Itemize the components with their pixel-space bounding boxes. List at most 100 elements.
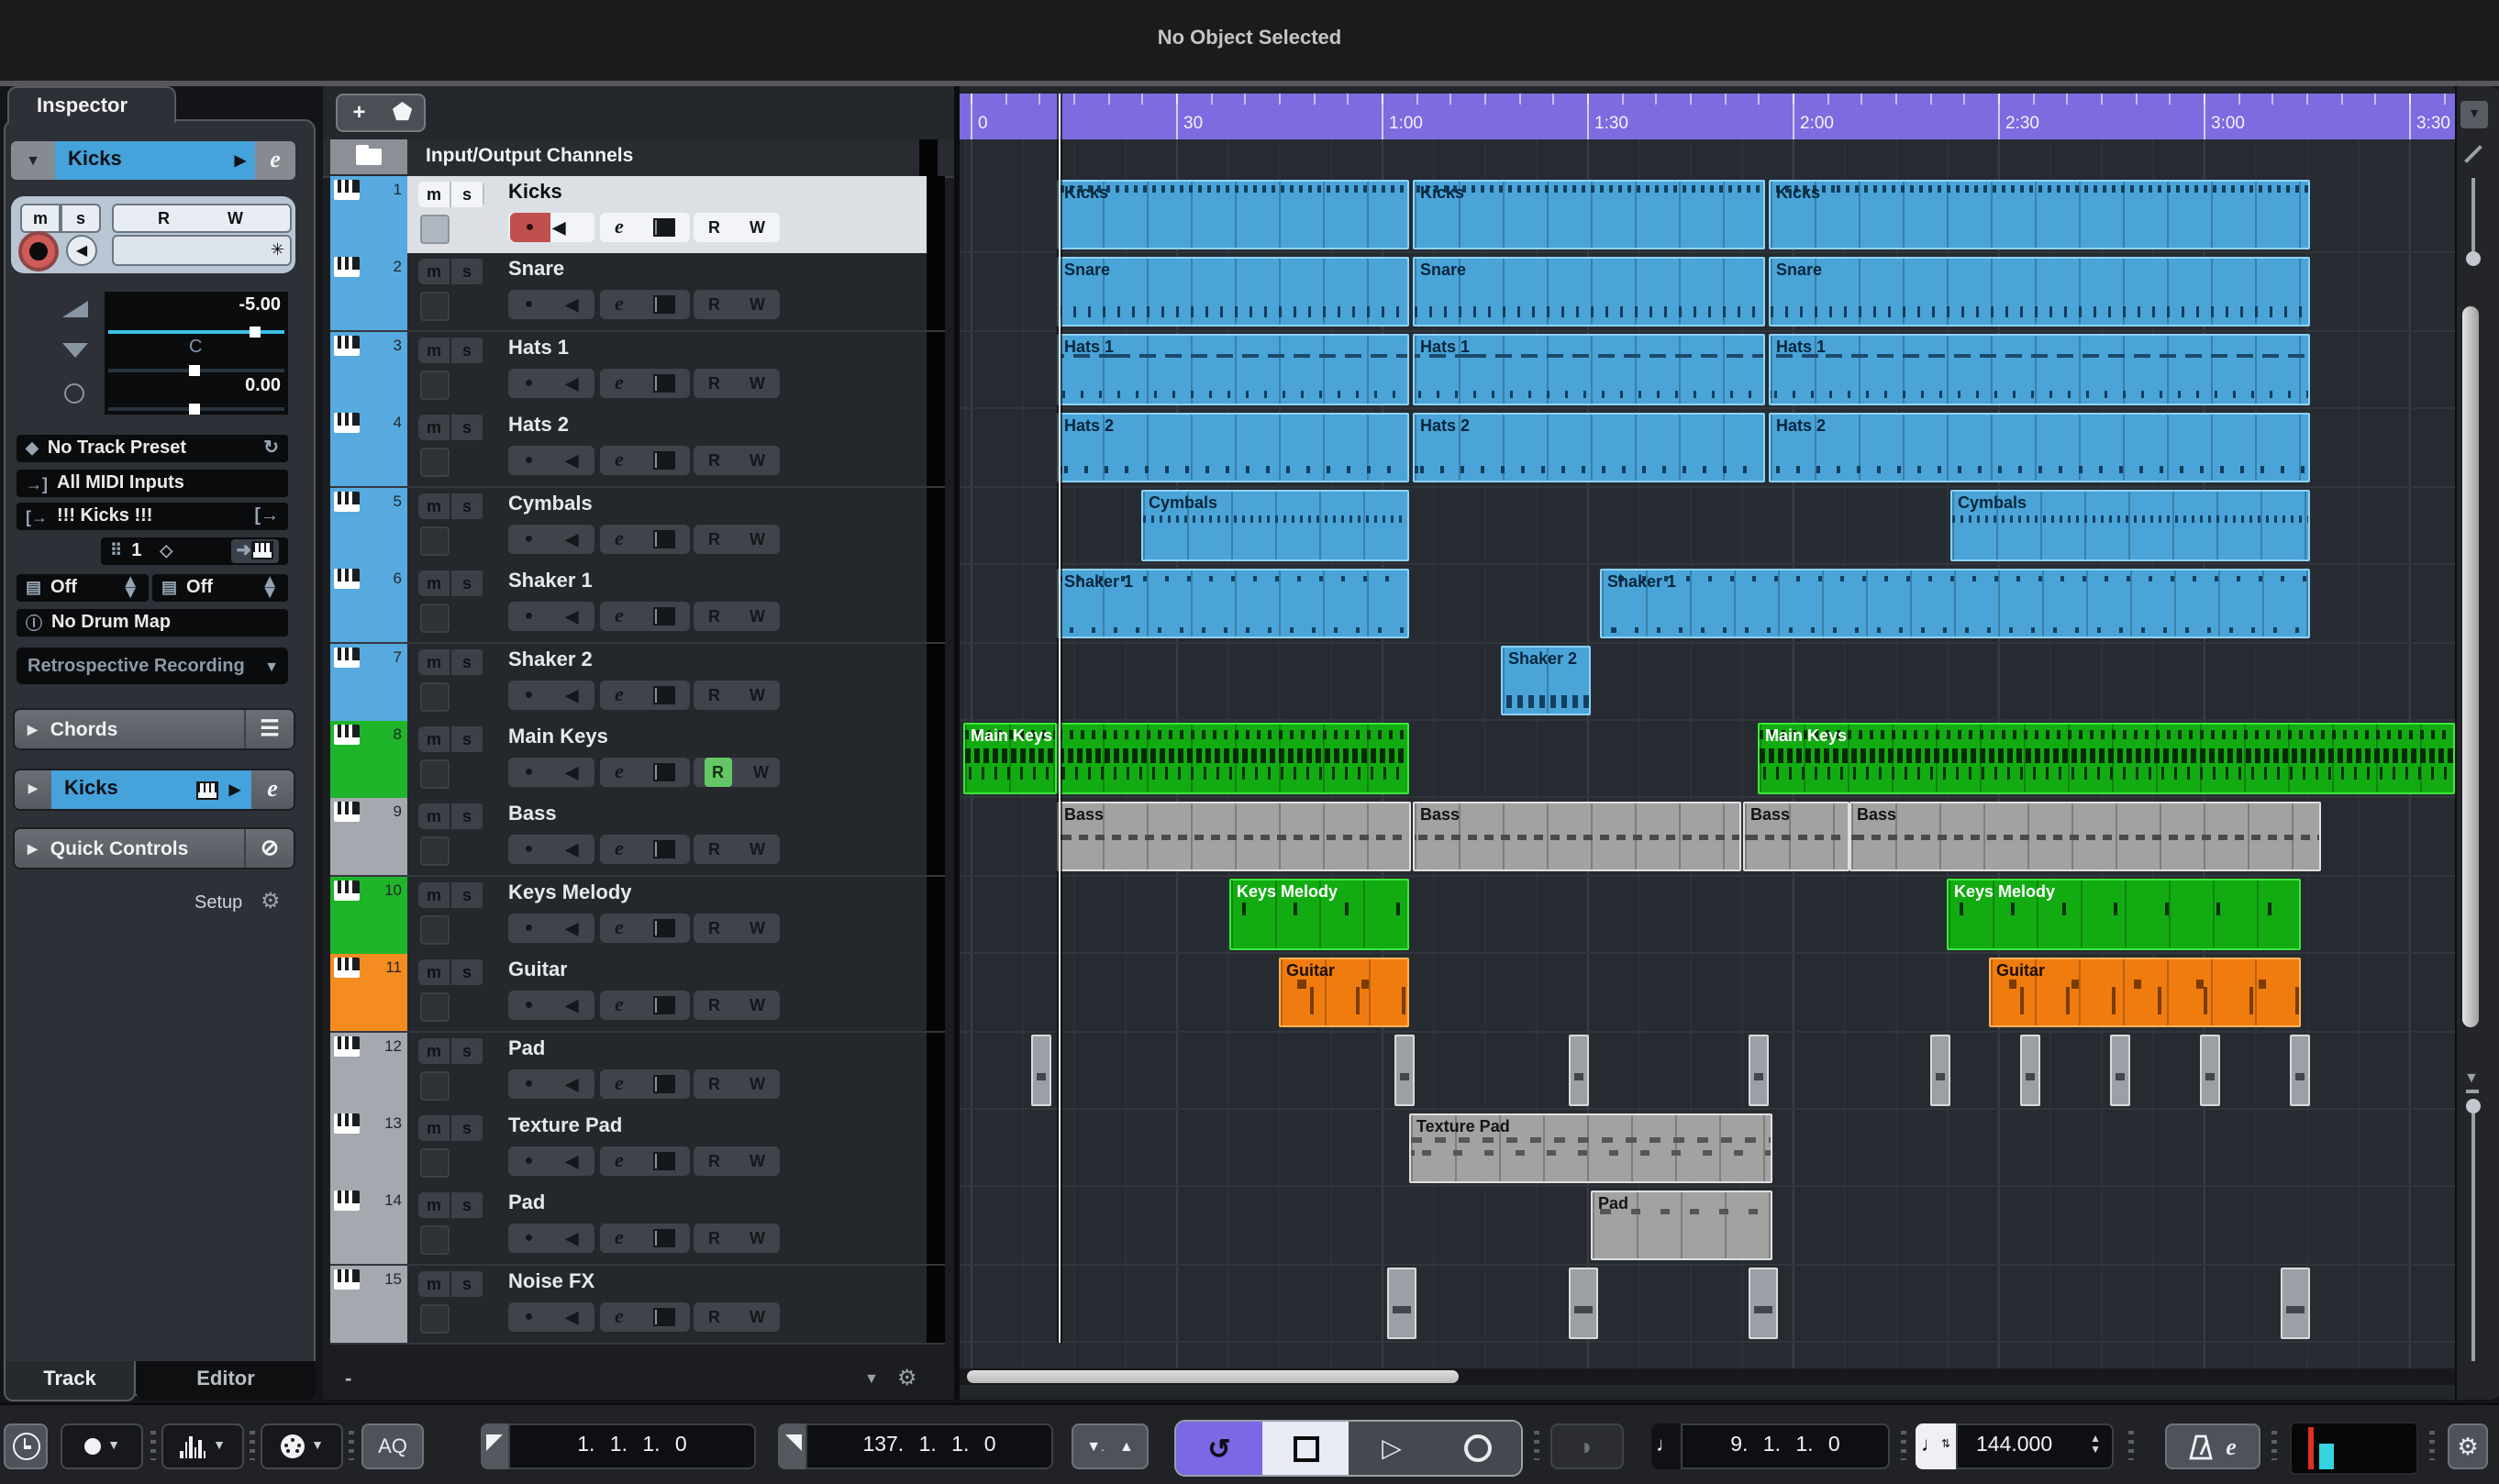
track-color-strip[interactable]: 1 [330,176,407,253]
write-automation-button[interactable]: W [753,758,769,787]
edit-channel-button[interactable]: e [615,447,624,476]
open-instrument-button[interactable] [652,918,675,937]
collapse-arrow-icon[interactable]: ▼ [11,141,55,180]
mute-button[interactable]: m [20,204,61,233]
pad-hit-clip[interactable] [1749,1035,1769,1106]
monitor-button[interactable]: ◀ [566,758,579,787]
cycle-button[interactable]: ↺ [1176,1422,1262,1475]
edit-instrument-button[interactable]: e [251,770,294,809]
tempo-display[interactable]: 144.000 ▲ ▼ [1956,1423,2114,1469]
midi-clip[interactable]: Hats 1 [1769,334,2310,405]
track-color-strip[interactable]: 2 [330,253,407,331]
solo-button[interactable]: s [451,1115,484,1142]
write-automation-button[interactable]: W [750,991,765,1020]
track-color-strip[interactable]: 15 [330,1265,407,1343]
write-automation-button[interactable]: W [750,1146,765,1176]
track-color-strip[interactable]: 9 [330,798,407,876]
midi-clip[interactable]: Guitar [1279,957,1409,1028]
open-instrument-button[interactable] [652,218,675,237]
read-automation-button[interactable]: R [158,205,170,231]
event-display[interactable]: Kicks Kicks Kicks Snare Snare Snare Hats… [960,139,2455,1379]
midi-clip[interactable]: Snare [1057,256,1409,327]
pad-hit-clip[interactable] [2020,1035,2040,1106]
audio-record-mode-button[interactable]: ▼ [161,1423,244,1469]
track-scale-dropdown-icon[interactable]: ▼ [864,1370,879,1387]
record-enable-button[interactable]: ● [525,836,534,865]
open-instrument-button[interactable] [652,607,675,626]
solo-button[interactable]: s [451,1037,484,1064]
monitor-button[interactable]: ◀ [566,1146,579,1176]
midi-clip[interactable]: Bass [1057,801,1411,872]
midi-clip[interactable]: Main Keys [1758,723,2455,794]
track-color-strip[interactable]: 7 [330,643,407,721]
monitor-button[interactable]: ◀ [566,369,579,398]
mute-button[interactable]: m [418,803,451,830]
pad-hit-clip[interactable] [2200,1035,2220,1106]
open-instrument-button[interactable] [652,996,675,1015]
monitor-button[interactable]: ◀ [566,914,579,943]
stop-button[interactable] [1262,1422,1349,1475]
write-automation-button[interactable]: W [750,1302,765,1332]
record-enable-button[interactable]: ● [525,1224,534,1254]
track-name[interactable]: Snare [508,260,564,282]
record-enable-button[interactable]: ● [525,991,534,1020]
edit-channel-button[interactable]: e [615,1302,624,1332]
bank-spinner[interactable]: ▲ ▼ [121,572,139,602]
record-enable-button[interactable]: ● [525,914,534,943]
pan-value[interactable]: C [189,338,202,358]
monitor-button[interactable]: ◀ [566,602,579,631]
delay-value[interactable]: 0.00 [245,376,281,396]
record-enable-button[interactable]: ● [525,602,534,631]
record-enable-button[interactable] [18,231,59,271]
open-instrument-button[interactable] [652,529,675,548]
open-instrument-button[interactable] [652,1229,675,1248]
edit-channel-button[interactable]: e [615,213,624,242]
keyboard-route-button[interactable]: ➜ [230,539,279,563]
edit-channel-button[interactable]: e [615,758,624,787]
track-name[interactable]: Guitar [508,959,568,981]
program-selector[interactable]: ▤ Off ▲ ▼ [152,572,288,602]
track-row[interactable]: 8 m s Main Keys ● ◀ e RW [330,720,945,800]
open-instrument-button[interactable] [652,1307,675,1326]
record-button[interactable] [1435,1422,1521,1475]
left-locator-display[interactable]: 1. 1. 1. 0 [508,1423,756,1469]
solo-button[interactable]: s [451,259,484,285]
track-lane[interactable] [960,643,2455,721]
track-lane[interactable] [960,1032,2455,1111]
edit-channel-button[interactable]: e [615,1224,624,1254]
noise-fx-clip[interactable] [2281,1268,2310,1339]
track-name[interactable]: Keys Melody [508,882,632,904]
midi-clip[interactable]: Cymbals [1950,490,2310,561]
edit-channel-button[interactable]: e [615,369,624,398]
edit-channel-button[interactable]: e [615,291,624,320]
open-instrument-button[interactable] [652,373,675,393]
right-locator-flag[interactable] [778,1423,805,1469]
read-automation-button[interactable]: R [708,524,720,553]
mute-button[interactable]: m [418,1270,451,1297]
track-row[interactable]: 9 m s Bass ● ◀ e RW [330,798,945,878]
track-color-strip[interactable]: 5 [330,487,407,565]
read-automation-button[interactable]: R [708,369,720,398]
solo-button[interactable]: s [451,415,484,441]
track-row[interactable]: 3 m s Hats 1 ● ◀ e RW [330,331,945,411]
track-row[interactable]: 11 m s Guitar ● ◀ e RW [330,954,945,1034]
track-list-settings-gear-icon[interactable]: ⚙ [897,1365,917,1390]
midi-clip[interactable]: Bass [1849,801,2321,872]
midi-clip[interactable]: Shaker 1 [1600,568,2310,638]
goto-locator-buttons[interactable]: ▼. ▲ [1072,1423,1149,1469]
track-name[interactable]: Hats 2 [508,415,569,437]
monitor-button[interactable]: ◀ [566,1302,579,1332]
track-name[interactable]: Cymbals [508,493,593,515]
mute-button[interactable]: m [418,959,451,986]
track-color-strip[interactable]: 4 [330,409,407,487]
midi-clip[interactable]: Texture Pad [1409,1113,1772,1183]
delay-handle[interactable] [189,404,200,415]
midi-clip[interactable]: Main Keys [963,723,1057,794]
record-enable-button[interactable]: ● [525,1146,534,1176]
track-row[interactable]: 12 m s Pad ● ◀ e RW [330,1032,945,1112]
track-name[interactable]: Kicks [508,182,562,204]
track-lane[interactable] [960,1266,2455,1344]
read-automation-button[interactable]: R [708,1224,720,1254]
monitor-button[interactable]: ◀ [566,1224,579,1254]
horizontal-zoom-knob[interactable] [2465,251,2480,266]
